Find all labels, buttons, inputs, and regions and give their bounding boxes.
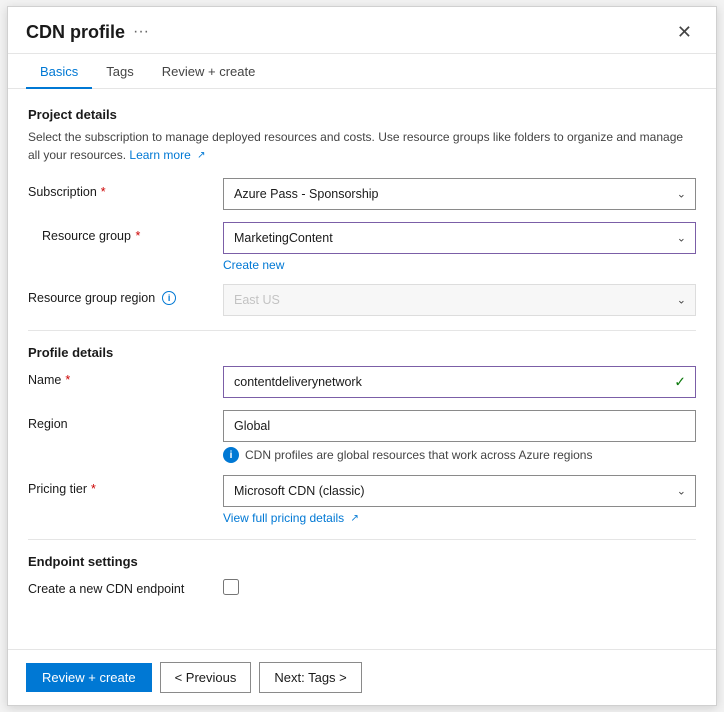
tab-bar: Basics Tags Review + create	[8, 54, 716, 89]
project-details-title: Project details	[28, 107, 696, 122]
resource-group-region-select[interactable]: East US	[223, 284, 696, 316]
tab-tags[interactable]: Tags	[92, 54, 147, 89]
tab-basics[interactable]: Basics	[26, 54, 92, 89]
region-info-icon[interactable]: i	[162, 291, 176, 305]
pricing-tier-label: Pricing tier *	[28, 475, 223, 496]
resource-group-region-row: Resource group region i East US ⌄	[28, 284, 696, 316]
close-button[interactable]: ✕	[671, 21, 698, 43]
title-row: CDN profile ···	[26, 22, 149, 43]
create-endpoint-checkbox-wrap	[223, 579, 696, 595]
tab-review-create[interactable]: Review + create	[148, 54, 270, 89]
resource-group-row: Resource group * MarketingContent ⌄ Crea…	[28, 222, 696, 272]
create-endpoint-label: Create a new CDN endpoint	[28, 575, 223, 596]
name-label: Name *	[28, 366, 223, 387]
subscription-label: Subscription *	[28, 178, 223, 199]
create-new-link[interactable]: Create new	[223, 258, 696, 272]
subscription-row: Subscription * Azure Pass - Sponsorship …	[28, 178, 696, 210]
view-pricing-link[interactable]: View full pricing details ↗	[223, 511, 696, 525]
pricing-tier-select-wrap: Microsoft CDN (classic) ⌄	[223, 475, 696, 507]
cdn-info-row: i CDN profiles are global resources that…	[223, 447, 696, 463]
section-divider-2	[28, 539, 696, 540]
subscription-select-wrap: Azure Pass - Sponsorship ⌄	[223, 178, 696, 210]
pricing-tier-select[interactable]: Microsoft CDN (classic)	[223, 475, 696, 507]
dialog-ellipsis[interactable]: ···	[133, 23, 149, 41]
dialog-title: CDN profile	[26, 22, 125, 43]
section-divider-1	[28, 330, 696, 331]
resource-group-label: Resource group *	[28, 222, 223, 243]
next-button[interactable]: Next: Tags >	[259, 662, 361, 693]
region-label: Region	[28, 410, 223, 431]
resource-group-select-wrap: MarketingContent ⌄	[223, 222, 696, 254]
name-required: *	[65, 373, 70, 387]
profile-details-title: Profile details	[28, 345, 696, 360]
resource-group-required: *	[135, 229, 140, 243]
region-row: Region i CDN profiles are global resourc…	[28, 410, 696, 463]
cdn-info-icon: i	[223, 447, 239, 463]
create-endpoint-row: Create a new CDN endpoint	[28, 575, 696, 596]
resource-group-control: MarketingContent ⌄ Create new	[223, 222, 696, 272]
endpoint-settings-title: Endpoint settings	[28, 554, 696, 569]
review-create-button[interactable]: Review + create	[26, 663, 152, 692]
region-select-wrap: East US ⌄	[223, 284, 696, 316]
learn-more-ext-icon: ↗	[197, 148, 205, 163]
create-endpoint-control	[223, 575, 696, 595]
create-endpoint-checkbox[interactable]	[223, 579, 239, 595]
region-input[interactable]	[223, 410, 696, 442]
resource-group-region-label: Resource group region i	[28, 284, 223, 305]
previous-button[interactable]: < Previous	[160, 662, 252, 693]
form-content: Project details Select the subscription …	[8, 89, 716, 649]
dialog-footer: Review + create < Previous Next: Tags >	[8, 649, 716, 705]
name-input-wrap: ✓	[223, 366, 696, 398]
cdn-profile-dialog: CDN profile ··· ✕ Basics Tags Review + c…	[7, 6, 717, 706]
pricing-tier-control: Microsoft CDN (classic) ⌄ View full pric…	[223, 475, 696, 525]
project-details-desc: Select the subscription to manage deploy…	[28, 128, 696, 164]
name-control: ✓	[223, 366, 696, 398]
name-row: Name * ✓	[28, 366, 696, 398]
pricing-tier-required: *	[91, 482, 96, 496]
resource-group-select[interactable]: MarketingContent	[223, 222, 696, 254]
resource-group-region-control: East US ⌄	[223, 284, 696, 316]
pricing-ext-icon: ↗	[351, 513, 359, 524]
learn-more-link[interactable]: Learn more ↗	[129, 148, 205, 162]
subscription-required: *	[101, 185, 106, 199]
pricing-tier-row: Pricing tier * Microsoft CDN (classic) ⌄…	[28, 475, 696, 525]
dialog-header: CDN profile ··· ✕	[8, 7, 716, 54]
name-input[interactable]	[223, 366, 696, 398]
subscription-select[interactable]: Azure Pass - Sponsorship	[223, 178, 696, 210]
region-input-control: i CDN profiles are global resources that…	[223, 410, 696, 463]
subscription-control: Azure Pass - Sponsorship ⌄	[223, 178, 696, 210]
